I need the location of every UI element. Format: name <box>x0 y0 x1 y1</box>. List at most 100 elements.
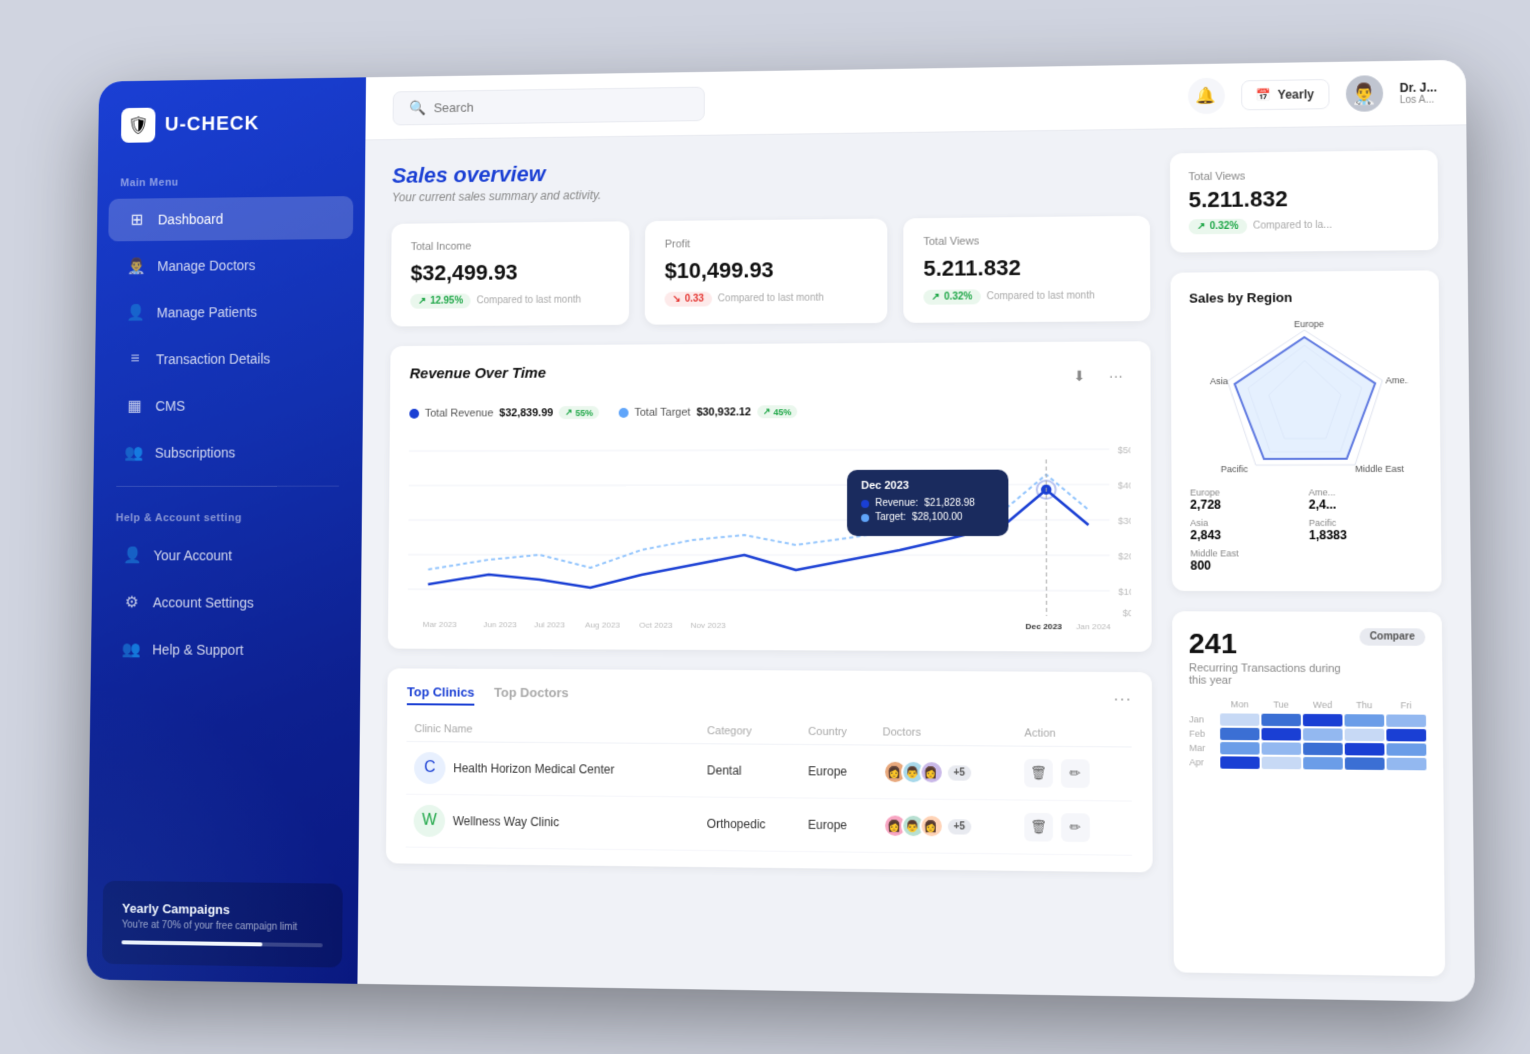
stat-badge-views: ↗ 0.32% <box>923 289 980 304</box>
sidebar-item-manage-patients[interactable]: 👤 Manage Patients <box>107 290 352 335</box>
stat-card-views: Total Views 5.211.832 ↗ 0.32% Compared t… <box>903 216 1150 323</box>
region-middle-east: Middle East 800 <box>1190 548 1303 573</box>
search-box[interactable]: 🔍 <box>393 86 705 125</box>
account-icon: 👤 <box>123 546 142 566</box>
compare-button[interactable]: Compare <box>1359 628 1425 646</box>
legend-badge-revenue: ↗ 55% <box>559 406 599 419</box>
sidebar-item-your-account[interactable]: 👤 Your Account <box>104 534 350 577</box>
hm-row-apr: Apr <box>1189 756 1426 770</box>
sidebar-item-help-support[interactable]: 👥 Help & Support <box>102 628 349 672</box>
recurring-transactions-card: 241 Recurring Transactions during this y… <box>1172 611 1445 976</box>
clinics-table: Clinic Name Category Country Doctors Act… <box>406 717 1132 856</box>
search-input[interactable] <box>434 96 688 114</box>
hm-col-mon: Mon <box>1220 699 1259 709</box>
more-options-button[interactable]: ··· <box>1102 361 1131 389</box>
edit-button-2[interactable]: ✏ <box>1061 813 1090 842</box>
edit-button-1[interactable]: ✏ <box>1061 759 1090 788</box>
arrow-up-icon: ↗ <box>418 296 426 307</box>
tooltip-date: Dec 2023 <box>861 480 994 492</box>
sidebar-item-manage-doctors[interactable]: 👨‍⚕️ Manage Doctors <box>108 243 353 288</box>
account-section-label: Help & Account setting <box>93 496 362 531</box>
hm-col-thu: Thu <box>1344 700 1384 711</box>
svg-text:$30k: $30k <box>1118 516 1131 526</box>
tooltip-revenue-row: Revenue: $21,828.98 <box>861 498 994 509</box>
dashboard-icon: ⊞ <box>127 210 146 230</box>
settings-icon: ⚙ <box>122 593 141 613</box>
right-stat-views-value: 5.211.832 <box>1189 185 1420 214</box>
clinic-cell-2: W Wellness Way Clinic <box>414 805 691 840</box>
clinic-cell-1: C Health Horizon Medical Center <box>414 752 691 786</box>
revenue-chart-svg: $50k $40k $30k $20k $10k $0 <box>408 429 1132 631</box>
user-info: Dr. J... Los A... <box>1400 80 1438 106</box>
clinic-category-1: Dental <box>699 744 800 798</box>
download-button[interactable]: ⬇ <box>1065 362 1094 390</box>
delete-button-1[interactable]: 🗑 <box>1024 759 1053 788</box>
svg-text:Middle East: Middle East <box>1355 464 1404 474</box>
region-values: Europe 2,728 Ame... 2,4... Asia 2,843 <box>1190 487 1423 573</box>
region-pacific: Pacific 1,8383 <box>1309 518 1423 543</box>
tooltip-target-value: $28,100.00 <box>912 512 963 523</box>
legend-value-revenue: $32,839.99 <box>499 407 553 419</box>
sidebar-item-label: Help & Support <box>152 642 243 658</box>
stats-row: Total Income $32,499.93 ↗ 12.95% Compare… <box>391 216 1151 327</box>
clinic-name-cell-2: W Wellness Way Clinic <box>406 794 699 850</box>
sidebar-item-dashboard[interactable]: ⊞ Dashboard <box>108 196 353 241</box>
notification-button[interactable]: 🔔 <box>1188 78 1225 115</box>
table-row: W Wellness Way Clinic Orthopedic Europe … <box>406 794 1132 855</box>
dashboard-right: Total Views 5.211.832 ↗ 0.32% Compared t… <box>1170 150 1445 977</box>
main-menu-label: Main Menu <box>98 159 366 197</box>
right-stat-views: Total Views 5.211.832 ↗ 0.32% Compared t… <box>1170 150 1438 253</box>
hm-row-jan: Jan <box>1189 713 1426 727</box>
table-row: C Health Horizon Medical Center Dental E… <box>406 741 1132 801</box>
svg-text:$20k: $20k <box>1118 551 1131 561</box>
sidebar-item-cms[interactable]: ▦ CMS <box>106 384 352 428</box>
svg-text:Jan 2024: Jan 2024 <box>1076 622 1111 631</box>
user-location: Los A... <box>1400 94 1437 106</box>
sidebar-item-label: Transaction Details <box>156 351 270 367</box>
clinics-table-card: Top Clinics Top Doctors ··· Clinic Name … <box>386 668 1153 872</box>
sidebar-item-subscriptions[interactable]: 👥 Subscriptions <box>105 431 351 475</box>
sidebar-item-account-settings[interactable]: ⚙ Account Settings <box>103 581 350 625</box>
revenue-chart-card: Revenue Over Time ⬇ ··· Total Revenue $3… <box>388 341 1152 652</box>
chart-tooltip: Dec 2023 Revenue: $21,828.98 Target: $28… <box>847 470 1008 536</box>
svg-text:Ame...: Ame... <box>1385 375 1409 385</box>
table-more-button[interactable]: ··· <box>1113 688 1132 709</box>
svg-text:Europe: Europe <box>1294 319 1324 330</box>
radar-chart-svg: Europe Ame... Middle East Pacific Asia <box>1201 314 1409 477</box>
chart-legend: Total Revenue $32,839.99 ↗ 55% Total Tar… <box>409 404 1130 420</box>
doctors-avatars-2: 👩 👨 👩 +5 <box>883 813 1009 839</box>
sidebar-item-label: Manage Doctors <box>157 257 255 273</box>
clinic-name-2: Wellness Way Clinic <box>453 814 559 829</box>
legend-badge-target: ↗ 45% <box>757 405 797 418</box>
patients-icon: 👤 <box>126 303 145 323</box>
legend-dot-revenue <box>409 408 419 418</box>
sidebar-item-label: Your Account <box>153 548 232 564</box>
svg-text:Dec 2023: Dec 2023 <box>1025 622 1062 631</box>
tab-top-doctors[interactable]: Top Doctors <box>494 685 569 706</box>
sidebar-item-transaction-details[interactable]: ≡ Transaction Details <box>106 337 352 381</box>
right-views-badge: ↗ 0.32% <box>1189 219 1247 235</box>
legend-item-target: Total Target $30,932.12 ↗ 45% <box>619 405 798 419</box>
svg-text:Pacific: Pacific <box>1221 464 1249 474</box>
yearly-label: Yearly <box>1278 87 1314 102</box>
svg-text:$10k: $10k <box>1118 587 1131 597</box>
stat-compare-profit: Compared to last month <box>718 293 824 305</box>
region-americas: Ame... 2,4... <box>1309 487 1422 512</box>
clinic-action-2: 🗑 ✏ <box>1016 800 1132 855</box>
yearly-filter-button[interactable]: 📅 Yearly <box>1241 79 1330 110</box>
col-action: Action <box>1016 721 1131 747</box>
tab-top-clinics[interactable]: Top Clinics <box>407 684 475 705</box>
svg-text:Nov 2023: Nov 2023 <box>691 621 727 630</box>
sidebar-item-label: CMS <box>155 398 185 414</box>
tooltip-target-label: Target: <box>875 512 906 523</box>
main-content: 🔍 🔔 📅 Yearly 👨‍⚕️ Dr. J... Los A... <box>357 60 1475 1002</box>
delete-button-2[interactable]: 🗑 <box>1025 813 1054 842</box>
cms-icon: ▦ <box>125 396 144 416</box>
stat-compare-income: Compared to last month <box>477 295 581 307</box>
subscriptions-icon: 👥 <box>124 443 143 463</box>
region-americas-value: 2,4... <box>1309 497 1422 511</box>
stat-compare-views: Compared to last month <box>987 290 1095 302</box>
page-header: Sales overview Your current sales summar… <box>392 154 1150 205</box>
region-europe-value: 2,728 <box>1190 497 1302 511</box>
stat-card-profit: Profit $10,499.93 ↘ 0.33 Compared to las… <box>645 219 888 325</box>
